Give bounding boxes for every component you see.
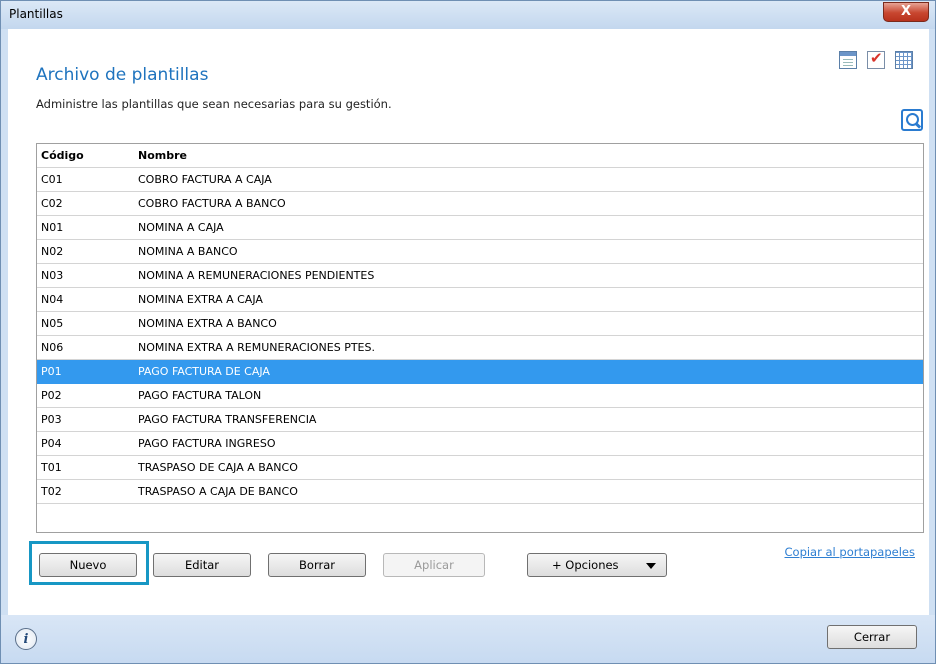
options-dropdown-button[interactable]: + Opciones [527,553,667,577]
page-title: Archivo de plantillas [36,65,209,85]
search-icon[interactable] [901,109,923,131]
cell-code: N02 [37,239,134,264]
cell-code: N03 [37,263,134,288]
cell-code: T01 [37,455,134,480]
delete-button[interactable]: Borrar [268,553,366,577]
cell-name: NOMINA A CAJA [134,215,923,240]
chevron-down-icon [646,563,656,569]
cell-name: NOMINA A REMUNERACIONES PENDIENTES [134,263,923,288]
table-row[interactable]: N04 NOMINA EXTRA A CAJA [37,287,923,312]
column-header-name[interactable]: Nombre [134,144,923,168]
table-row[interactable]: P02 PAGO FACTURA TALON [37,383,923,408]
cell-name: PAGO FACTURA DE CAJA [134,359,923,384]
cell-name: NOMINA A BANCO [134,239,923,264]
cell-code: T02 [37,479,134,504]
column-header-code[interactable]: Código [37,144,134,168]
cell-name: PAGO FACTURA INGRESO [134,431,923,456]
cell-code: N06 [37,335,134,360]
cell-code: C01 [37,167,134,192]
table-row[interactable]: N02 NOMINA A BANCO [37,239,923,264]
cell-code: N01 [37,215,134,240]
templates-table: Código Nombre C01 COBRO FACTURA A CAJA C02… [36,143,924,533]
calendar-icon[interactable] [839,51,857,69]
dialog-body: Archivo de plantillas Administre las pla… [8,29,929,659]
page-subtitle: Administre las plantillas que sean neces… [36,97,392,111]
new-button-highlight [29,541,149,585]
table-row[interactable]: N06 NOMINA EXTRA A REMUNERACIONES PTES. [37,335,923,360]
cell-code: N04 [37,287,134,312]
view-toolbar [839,49,913,69]
table-row[interactable]: N03 NOMINA A REMUNERACIONES PENDIENTES [37,263,923,288]
window-title: Plantillas [9,7,63,21]
close-button[interactable]: Cerrar [827,625,917,649]
cell-name: PAGO FACTURA TRANSFERENCIA [134,407,923,432]
table-row[interactable]: C02 COBRO FACTURA A BANCO [37,191,923,216]
cell-name: NOMINA EXTRA A BANCO [134,311,923,336]
close-window-button[interactable]: X [883,2,929,22]
table-row[interactable]: N05 NOMINA EXTRA A BANCO [37,311,923,336]
table-row[interactable]: P01 PAGO FACTURA DE CAJA [37,359,923,384]
plantillas-dialog: Plantillas X Archivo de plantillas Admin… [0,0,936,664]
cell-name: NOMINA EXTRA A CAJA [134,287,923,312]
table-row[interactable]: T02 TRASPASO A CAJA DE BANCO [37,479,923,504]
cell-code: C02 [37,191,134,216]
grid-icon[interactable] [895,51,913,69]
cell-code: N05 [37,311,134,336]
cell-code: P01 [37,359,134,384]
status-footer: i Cerrar [1,615,935,663]
cell-name: TRASPASO DE CAJA A BANCO [134,455,923,480]
cell-code: P02 [37,383,134,408]
cell-code: P03 [37,407,134,432]
apply-button: Aplicar [383,553,485,577]
cell-name: COBRO FACTURA A BANCO [134,191,923,216]
table-row[interactable]: T01 TRASPASO DE CAJA A BANCO [37,455,923,480]
table-row[interactable]: P04 PAGO FACTURA INGRESO [37,431,923,456]
table-row[interactable]: N01 NOMINA A CAJA [37,215,923,240]
cell-name: NOMINA EXTRA A REMUNERACIONES PTES. [134,335,923,360]
table-row[interactable]: C01 COBRO FACTURA A CAJA [37,167,923,192]
checklist-icon[interactable] [867,49,885,69]
cell-name: TRASPASO A CAJA DE BANCO [134,479,923,504]
options-label: + Opciones [552,558,619,572]
table-header: Código Nombre [37,144,923,168]
cell-name: PAGO FACTURA TALON [134,383,923,408]
cell-name: COBRO FACTURA A CAJA [134,167,923,192]
table-row[interactable]: P03 PAGO FACTURA TRANSFERENCIA [37,407,923,432]
cell-code: P04 [37,431,134,456]
info-icon[interactable]: i [15,628,37,650]
edit-button[interactable]: Editar [153,553,251,577]
title-bar: Plantillas X [1,1,935,29]
copy-to-clipboard-link[interactable]: Copiar al portapapeles [785,545,916,559]
